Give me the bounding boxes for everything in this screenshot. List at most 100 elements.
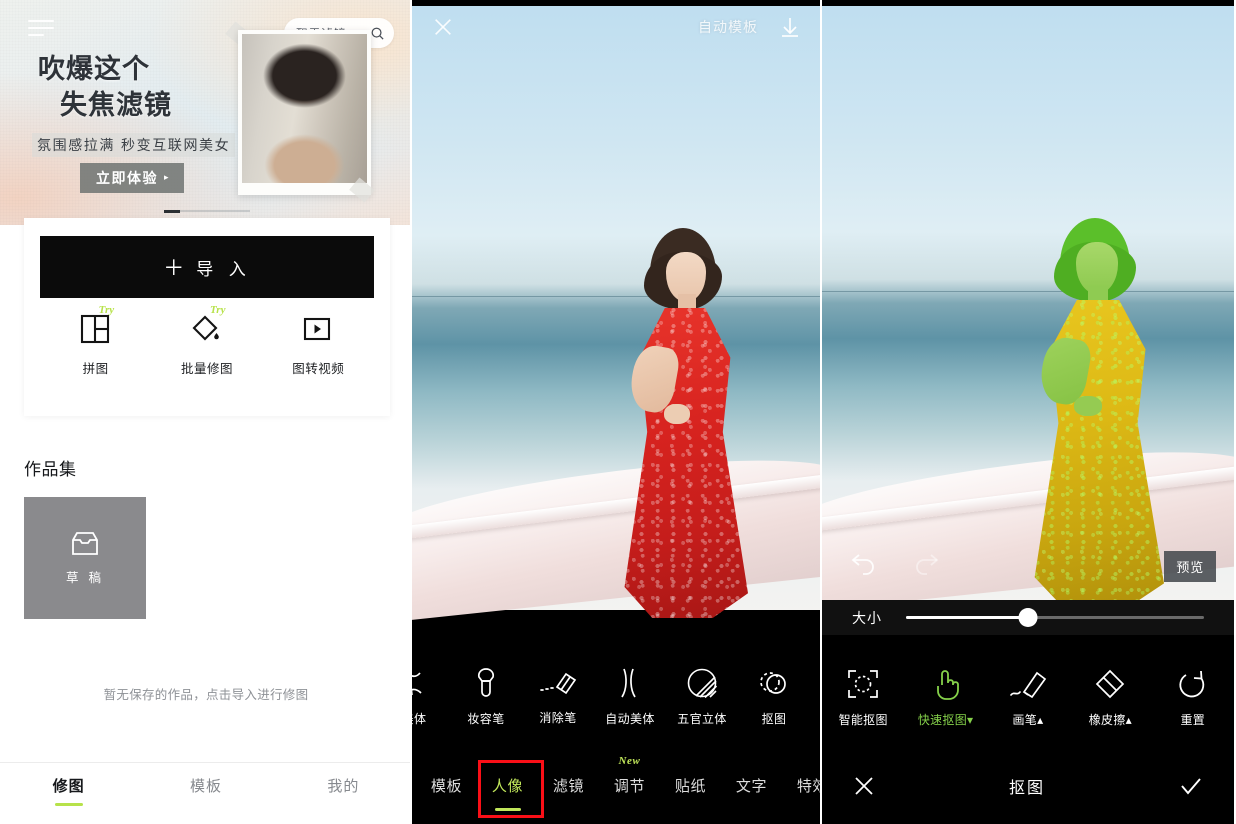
eraser-icon [1094, 668, 1126, 700]
history-controls [850, 551, 940, 575]
plus-icon: ＋ [163, 256, 185, 280]
tool-label: 快速抠图▾ [917, 713, 974, 727]
three-panel-screenshot-strip: 飘雪滤镜 吹爆这个 失焦滤镜 氛围感拉满 秒变互联网美女 立即体验 ▸ [0, 0, 1236, 824]
cutout-tool-row: 智能抠图 快速抠图▾ 画笔▴ 橡皮擦▴ 重置 [822, 648, 1234, 748]
size-label: 大小 [852, 610, 882, 627]
banner-headline-line1: 吹爆这个 [38, 54, 150, 85]
auto-body-icon [613, 667, 647, 699]
slider-fill [906, 616, 1029, 619]
photo-to-video-icon [302, 314, 334, 346]
quick-tool-collage[interactable]: Try 拼图 [56, 304, 136, 377]
banner-page-indicator[interactable] [164, 209, 250, 213]
download-icon[interactable] [778, 15, 802, 39]
brush-size-control: 大小 [822, 600, 1234, 635]
banner-cta-button[interactable]: 立即体验 ▸ [80, 163, 185, 193]
close-icon[interactable] [432, 16, 454, 38]
banner-cta-label: 立即体验 [96, 171, 158, 187]
tool-reset[interactable]: 重置 [1155, 668, 1231, 728]
banner-model-photo [238, 30, 371, 195]
home-bottom-tabbar: 修图 模板 我的 [0, 762, 410, 824]
draft-label: 草 稿 [66, 569, 104, 585]
tab-template[interactable]: 模板 [416, 775, 477, 796]
undo-icon[interactable] [850, 551, 878, 575]
import-button[interactable]: ＋ 导 入 [40, 236, 374, 298]
redo-icon[interactable] [912, 551, 940, 575]
tool-label: 妆容笔 [467, 712, 505, 726]
tool-label: 重置 [1180, 713, 1206, 727]
tab-text[interactable]: 文字 [721, 775, 782, 796]
close-icon[interactable] [852, 774, 876, 798]
tool-label: 五官立体 [677, 712, 727, 726]
tool-label: 自动美体 [605, 712, 655, 726]
boat-deck [412, 447, 820, 622]
portfolio-title: 作品集 [24, 460, 77, 480]
tool-label: 画笔▴ [1012, 713, 1044, 727]
quick-cutout-icon [931, 668, 961, 700]
preview-button[interactable]: 预览 [1164, 551, 1216, 582]
tab-mine[interactable]: 我的 [275, 775, 410, 796]
tool-eraser[interactable]: 橡皮擦▴ [1072, 668, 1148, 728]
quick-tool-label: 拼图 [82, 361, 109, 376]
tool-face-contour[interactable]: 五官立体 [666, 654, 738, 740]
slider-thumb[interactable] [1018, 608, 1038, 627]
tab-sticker[interactable]: 贴纸 [660, 775, 721, 796]
tool-auto-body[interactable]: 自动美体 [594, 654, 666, 740]
tab-template[interactable]: 模板 [137, 775, 274, 796]
tool-label: 橡皮擦▴ [1088, 713, 1132, 727]
tab-edit[interactable]: 修图 [0, 775, 137, 796]
reset-icon [1177, 668, 1209, 700]
import-button-label: 导 入 [196, 259, 251, 280]
search-icon[interactable] [370, 26, 385, 41]
editor-tool-strip: 美体 妆容笔 消除 [412, 648, 820, 746]
quick-tool-photo-to-video[interactable]: 图转视频 [278, 314, 358, 377]
model-figure [620, 228, 750, 618]
tab-adjust-label: 调节 [613, 776, 646, 795]
cutout-action-bar: 抠图 [822, 748, 1234, 824]
banner-headline-line2: 失焦滤镜 [60, 89, 172, 121]
check-icon[interactable] [1178, 774, 1204, 798]
empty-state-hint: 暂无保存的作品，点击导入进行修图 [103, 687, 309, 702]
size-slider[interactable] [906, 608, 1204, 627]
tool-cutout[interactable]: 抠图 [738, 654, 810, 740]
tab-effects[interactable]: 特效 [782, 775, 820, 796]
horizon-line [412, 295, 820, 297]
banner-headline: 吹爆这个 失焦滤镜 [38, 52, 248, 123]
cutout-icon [757, 667, 791, 699]
cutout-title: 抠图 [1008, 778, 1045, 797]
auto-template-button[interactable]: 自动模板 [698, 17, 758, 37]
quick-tool-label: 批量修图 [180, 361, 233, 376]
play-arrow-icon: ▸ [164, 173, 171, 183]
brush-icon [1009, 668, 1047, 700]
tool-brush[interactable]: 画笔▴ [990, 668, 1066, 728]
cutout-mask-overlay [1028, 218, 1168, 608]
tab-filter[interactable]: 滤镜 [538, 775, 599, 796]
new-badge: New [618, 754, 641, 767]
tool-quick-cutout[interactable]: 快速抠图▾ [908, 668, 984, 728]
promo-banner[interactable]: 飘雪滤镜 吹爆这个 失焦滤镜 氛围感拉满 秒变互联网美女 立即体验 ▸ [0, 0, 410, 225]
tool-makeup-brush[interactable]: 妆容笔 [450, 654, 522, 740]
face-contour-icon [686, 667, 718, 699]
quick-tool-batch-edit[interactable]: Try 批量修图 [167, 304, 247, 377]
inbox-icon [70, 531, 100, 557]
tool-label: 消除笔 [539, 711, 577, 725]
home-screen: 飘雪滤镜 吹爆这个 失焦滤镜 氛围感拉满 秒变互联网美女 立即体验 ▸ [0, 0, 412, 824]
tool-label: 抠图 [761, 712, 787, 726]
draft-tile[interactable]: 草 稿 [24, 497, 146, 619]
model-portrait-image [242, 34, 367, 183]
tool-body-slim[interactable]: 美体 [412, 654, 450, 740]
collage-icon [80, 314, 112, 346]
portrait-tab-highlight-box [478, 760, 544, 818]
tab-adjust[interactable]: New 调节 [599, 755, 660, 796]
editor-category-tabs: 模板 人像 滤镜 New 调节 贴纸 文字 特效 [412, 746, 820, 824]
quick-tool-label: 图转视频 [292, 361, 345, 376]
editor-photo-canvas[interactable] [412, 6, 820, 622]
body-slim-icon [412, 667, 431, 699]
tool-smart-cutout[interactable]: 智能抠图 [825, 668, 901, 728]
quick-tools-row: Try 拼图 Try 批量修图 图转视频 [40, 304, 374, 377]
tool-label: 美体 [412, 712, 427, 726]
cutout-photo-canvas[interactable]: 预览 [822, 6, 1234, 612]
tool-eraser-pen[interactable]: 消除笔 [522, 654, 594, 740]
hamburger-menu-icon[interactable] [28, 20, 56, 36]
makeup-brush-icon [471, 667, 501, 699]
cutout-screen: 预览 大小 智能抠图 快速抠图▾ 画笔▴ 橡皮擦▴ 重置 抠图 [822, 0, 1234, 824]
